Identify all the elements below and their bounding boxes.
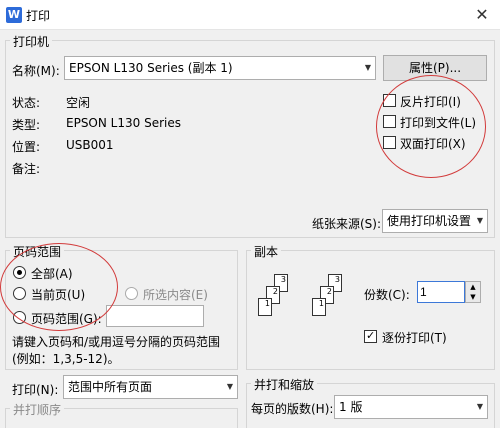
status-label: 状态: (12, 96, 41, 110)
printer-name-value: EPSON L130 Series (副本 1) (69, 61, 233, 75)
chevron-down-icon: ▼ (364, 63, 371, 72)
copies-count-label: 份数(C): (364, 288, 410, 302)
chevron-down-icon: ▼ (476, 216, 483, 225)
page-range-hint: 请键入页码和/或用逗号分隔的页码范围 (12, 335, 221, 349)
paper-source-select[interactable]: 使用打印机设置 ▼ (382, 209, 488, 233)
collate-order-group-label: 并打顺序 (10, 401, 65, 418)
collate-label: 逐份打印(T) (382, 331, 447, 345)
page-range-input[interactable] (106, 305, 204, 327)
collate-illustration: 3 2 1 (258, 274, 300, 336)
copies-count-input[interactable] (417, 281, 465, 303)
print-what-select[interactable]: 范围中所有页面 ▼ (63, 375, 238, 399)
page-range-example: (例如：1,3,5-12)。 (12, 352, 120, 366)
where-label: 位置: (12, 140, 41, 154)
close-icon[interactable]: ✕ (466, 2, 498, 28)
page-sheet-1: 1 (258, 298, 272, 316)
collate-illustration-2: 3 2 1 (312, 274, 354, 336)
paper-source-value: 使用打印机设置 (387, 214, 472, 228)
type-value: EPSON L130 Series (66, 116, 181, 130)
wps-app-icon: W (6, 7, 22, 23)
where-value: USB001 (66, 138, 114, 152)
window-title: 打印 (26, 9, 51, 23)
printer-name-label: 名称(M): (12, 64, 60, 78)
annotation-ellipse-options (376, 75, 486, 178)
status-value: 空闲 (66, 96, 91, 110)
print-what-value: 范围中所有页面 (68, 380, 153, 394)
chevron-down-icon: ▼ (226, 382, 233, 391)
printer-name-select[interactable]: EPSON L130 Series (副本 1) ▼ (64, 56, 376, 80)
collate-checkbox[interactable] (364, 329, 377, 343)
printer-group-label: 打印机 (10, 33, 53, 50)
chevron-down-icon: ▼ (476, 402, 483, 411)
selection-label: 所选内容(E) (143, 288, 208, 302)
copies-group-label: 副本 (251, 243, 282, 260)
copies-stepper[interactable]: ▲ ▼ (465, 281, 481, 303)
pages-per-sheet-select[interactable]: 1 版 ▼ (334, 395, 488, 419)
paper-source-label: 纸张来源(S): (312, 217, 382, 231)
pages-per-sheet-label: 每页的版数(H): (251, 402, 334, 416)
title-bar (0, 0, 500, 30)
type-label: 类型: (12, 118, 41, 132)
annotation-ellipse-range (0, 243, 118, 331)
zoom-group-label: 并打和缩放 (251, 376, 318, 393)
pages-per-sheet-value: 1 版 (339, 400, 363, 414)
comment-label: 备注: (12, 162, 41, 176)
print-what-label: 打印(N): (12, 383, 59, 397)
page-sheet-1: 1 (312, 298, 326, 316)
selection-radio[interactable] (125, 287, 138, 300)
